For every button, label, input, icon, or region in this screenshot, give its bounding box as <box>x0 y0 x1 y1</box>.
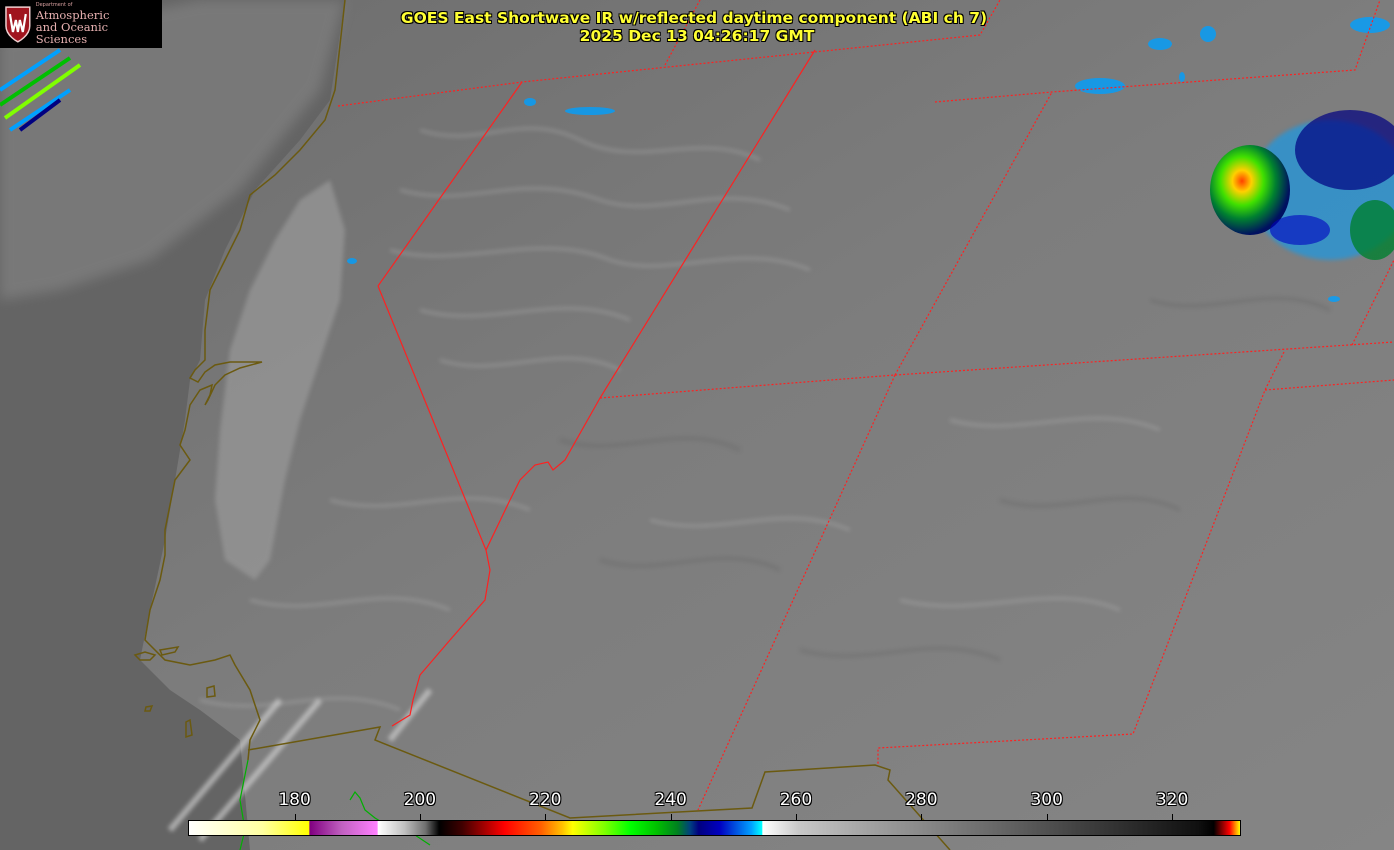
colorbar-tick-label: 320 <box>1155 790 1189 810</box>
uw-aos-logo: Department of Atmospheric and Oceanic Sc… <box>0 0 162 48</box>
colorbar-gradient <box>189 821 1240 835</box>
colorbar-tick-label: 180 <box>278 790 311 810</box>
map-canvas <box>0 0 1394 850</box>
satellite-map: Department of Atmospheric and Oceanic Sc… <box>0 0 1394 850</box>
colorbar-tick-label: 200 <box>403 790 437 810</box>
colorbar-tick-label: 300 <box>1030 790 1063 810</box>
logo-line2: and Oceanic Sciences <box>35 19 109 46</box>
logo-line1: Atmospheric <box>35 7 110 22</box>
colorbar-tick-label: 240 <box>654 790 687 810</box>
uw-crest-icon <box>5 6 31 43</box>
colorbar <box>188 820 1241 836</box>
colorbar-tick-label: 260 <box>779 790 813 810</box>
colorbar-tick-label: 280 <box>905 790 938 810</box>
colorbar-tick-label: 220 <box>529 790 562 810</box>
logo-text: Department of Atmospheric and Oceanic Sc… <box>35 3 162 46</box>
